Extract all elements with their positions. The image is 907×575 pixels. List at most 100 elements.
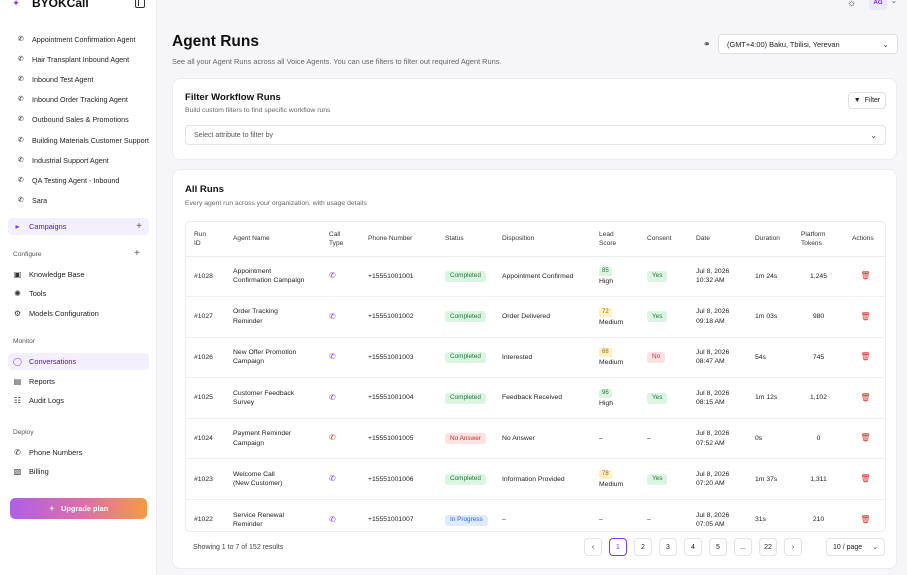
delete-icon[interactable]: 🗑 [860,433,870,442]
duration: 1m 03s [747,296,793,338]
sidebar-agent-item[interactable]: ✆ QA Testing Agent - Inbound [18,173,119,187]
consent-badge: Yes [647,270,668,282]
duration: 31s [755,516,766,524]
phone-number: +15551001001 [360,256,437,298]
table-row[interactable]: #1028 Appointment Confirmation Campaign ✆ +1… [186,256,885,298]
page-button[interactable]: 2 [634,538,652,556]
platform-tokens: 1,311 [793,458,844,501]
timezone-select[interactable]: (GMT+4:00) Baku, Tbilisi, Yerevan ⌄ [718,34,898,54]
duration: 0s [747,418,793,460]
nav-conversations[interactable]: ◯ Conversations [8,353,149,370]
table-row[interactable]: #1026 New Offer Promotion Campaign ✆ +155510… [186,337,885,379]
col-disposition[interactable]: Disposition [494,222,591,257]
nav-billing[interactable]: ▧ Billing [8,463,149,480]
page-button[interactable]: 22 [759,538,777,556]
date: Jul 8, 2026 07:52 AM [688,418,747,460]
col-run-id[interactable]: Run ID [186,222,225,257]
delete-icon[interactable]: 🗑 [860,271,870,280]
disposition: No Answer [494,418,591,460]
filter-attribute-select[interactable]: Select attribute to filter by ⌄ [185,125,886,145]
filter-button[interactable]: ▼ Filter [848,92,886,109]
theme-toggle-icon[interactable]: ☼ [847,0,856,9]
disposition: – [502,516,506,524]
add-configure-icon[interactable]: + [134,248,140,259]
table-row[interactable]: #1023 Welcome Call (New Customer) ✆ +1555100… [186,458,885,501]
phone-number: +15551001005 [360,418,437,460]
add-campaign-icon[interactable]: + [136,221,142,232]
upgrade-plan-button[interactable]: ✦ Upgrade plan [10,498,147,519]
nav-campaigns[interactable]: ▸ Campaigns + [8,218,149,235]
per-page-select[interactable]: 10 / page ⌄ [826,538,885,556]
nav-phone-numbers[interactable]: ✆ Phone Numbers [8,444,149,461]
table-row[interactable]: #1025 Customer Feedback Survey ✆ +1555100100… [186,377,885,419]
consent-badge: Yes [647,311,668,323]
platform-tokens: 745 [793,337,844,379]
table-row[interactable]: #1027 Order Tracking Reminder ✆ +15551001002… [186,296,885,338]
sidebar-agent-item[interactable]: ✆ Inbound Order Tracking Agent [18,93,128,107]
call-type: ✆ [321,296,360,338]
col-lead-score[interactable]: Lead Score [591,222,639,257]
status: No Answer [437,418,494,460]
actions: 🗑 [844,500,885,531]
wrench-icon: ✺ [14,289,21,298]
chevron-down-icon[interactable]: ⌄ [891,0,897,5]
consent: Yes [639,296,688,338]
sidebar-agent-item[interactable]: ✆ Building Materials Customer Support [18,133,149,147]
page-button[interactable]: 4 [684,538,702,556]
nav-tools[interactable]: ✺ Tools [8,285,149,302]
sidebar-agent-item[interactable]: ✆ Industrial Support Agent [18,153,109,167]
section-configure: Configure [13,251,42,258]
phone-call-icon: ✆ [329,311,336,321]
table-row[interactable]: #1024 Payment Reminder Campaign ✆ +155510010… [186,418,885,460]
sidebar-agent-item[interactable]: ✆ Appointment Confirmation Agent [18,32,135,46]
table-row[interactable]: #1022 Service Renewal Reminder ✆ +1555100100… [186,500,885,531]
col-duration[interactable]: Duration [747,222,793,257]
page-button[interactable]: 5 [709,538,727,556]
avatar[interactable]: AG [869,0,887,10]
sidebar-agent-item[interactable]: ✆ Sara [18,194,47,208]
nav-audit-logs[interactable]: ☷ Audit Logs [8,392,149,409]
table-header-row: Run ID Agent Name Call Type Phone Number S… [186,222,885,257]
col-consent[interactable]: Consent [639,222,688,257]
sidebar-agent-item[interactable]: ✆ Inbound Test Agent [18,72,93,86]
nav-label: Campaigns [29,222,67,231]
consent-value: – [647,434,651,442]
sidebar-agent-item[interactable]: ✆ Hair Transplant Inbound Agent [18,52,129,66]
nav-label: Knowledge Base [29,270,85,279]
prev-page-chevron-left-icon[interactable]: ‹ [584,538,602,556]
col-phone-number[interactable]: Phone Number [360,222,437,257]
consent-badge: No [647,351,666,363]
sidebar-agent-item[interactable]: ✆ Outbound Sales & Promotions [18,113,129,127]
brand[interactable]: ✦ BYOKCall [10,0,88,11]
date: Jul 8, 2026 08:15 AM [688,377,747,419]
chat-bubble-icon: ◯ [13,357,22,366]
col-status[interactable]: Status [437,222,494,257]
phone-icon: ✆ [18,55,24,63]
delete-icon[interactable]: 🗑 [860,474,870,483]
nav-label: Billing [29,467,49,476]
per-page-value: 10 / page [833,543,863,551]
col-platform-tokens[interactable]: Platform Tokens [793,222,844,257]
next-page-chevron-right-icon[interactable]: › [784,538,802,556]
duration: 1m 37s [747,458,793,501]
col-date[interactable]: Date [688,222,747,257]
nav-reports[interactable]: ▤ Reports [8,373,149,390]
delete-icon[interactable]: 🗑 [860,393,870,402]
delete-icon[interactable]: 🗑 [860,515,870,524]
delete-icon[interactable]: 🗑 [860,352,870,361]
actions: 🗑 [844,458,885,501]
col-agent-name[interactable]: Agent Name [225,222,321,257]
sidebar-collapse-icon[interactable] [135,0,145,8]
page-button[interactable]: 1 [609,538,627,556]
delete-icon[interactable]: 🗑 [860,312,870,321]
nav-knowledge-base[interactable]: ▣ Knowledge Base [8,266,149,283]
lead-score-badge: 72 [599,307,612,317]
nav-models-configuration[interactable]: ⚙ Models Configuration [8,305,149,322]
col-call-type[interactable]: Call Type [321,222,360,257]
runs-card-subtitle: Every agent run across your organization… [185,200,367,207]
lead-score: 78 Medium [591,458,639,501]
nav-label: Audit Logs [29,396,64,405]
page-button[interactable]: 3 [659,538,677,556]
date: Jul 8, 2026 07:20 AM [688,458,747,501]
phone-call-icon: ✆ [329,474,336,484]
